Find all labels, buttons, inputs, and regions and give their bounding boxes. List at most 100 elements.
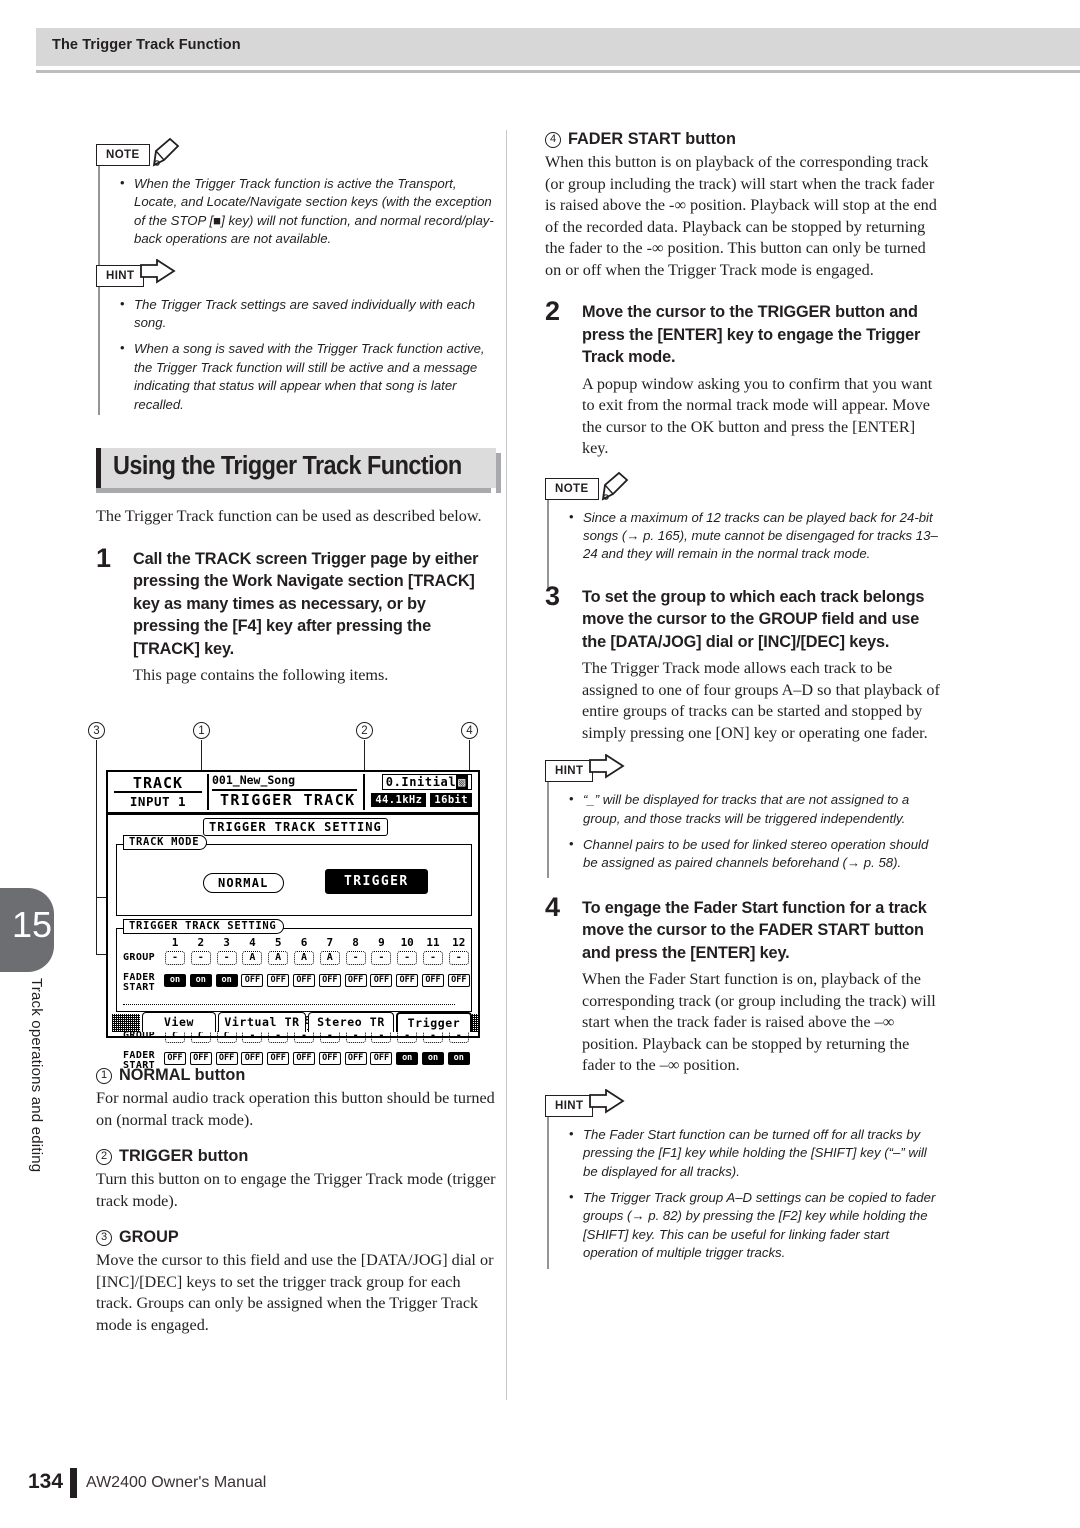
fader-start-cell[interactable]: OFF [344,1052,367,1065]
tab-virtual-tr[interactable]: Virtual TR [218,1012,306,1032]
track-number: 10 [400,936,414,949]
item-number-2: 2 [96,1148,112,1165]
chapter-number: 15 [12,904,53,945]
trigger-button[interactable]: TRIGGER [325,869,428,894]
fader-start-cell[interactable]: OFF [370,974,393,987]
step-2-number: 2 [545,296,561,326]
hint-side-bar [547,1116,549,1269]
tab-view[interactable]: View [142,1012,216,1032]
step-2: 2 Move the cursor to the TRIGGER button … [545,296,945,460]
group-cell[interactable]: - [345,951,366,965]
lcd-tab-bar: View Virtual TR Stereo TR Trigger [108,1012,478,1034]
hint-callout-1: HINT The Trigger Track settings are save… [96,258,496,415]
fader-row-label-top: FADER START [123,972,156,993]
lcd-header-underline [114,791,202,793]
fader-start-cell[interactable]: on [189,974,212,987]
tab-trigger[interactable]: Trigger [396,1012,472,1032]
lcd-format-display: 44.1kHz 16bit [371,793,472,807]
group-cell[interactable]: A [319,951,340,965]
callout-number-2: 2 [356,722,373,739]
step-3-heading: To set the group to which each track bel… [582,587,925,651]
step-3-body: The Trigger Track mode allows each track… [582,659,940,742]
item-title-4: FADER START button [568,130,736,148]
callout-number-1: 1 [193,722,210,739]
hint-item: The Trigger Track group A–D settings can… [569,1188,945,1263]
manual-page: The Trigger Track Function 15 Track oper… [0,0,1080,1528]
fader-start-cell[interactable]: OFF [318,1052,341,1065]
tab-stereo-tr[interactable]: Stereo TR [308,1012,394,1032]
page-number: 134 [28,1470,64,1493]
track-number: 3 [223,936,230,949]
track-number: 6 [300,936,308,949]
pencil-icon [601,471,629,501]
group-cell[interactable]: - [190,951,211,965]
item-body-1: For normal audio track operation this bu… [96,1089,495,1129]
fader-start-cell[interactable]: OFF [293,1052,315,1065]
manual-title: AW2400 Owner's Manual [86,1474,267,1491]
fader-start-cell[interactable]: on [447,1052,470,1065]
track-number: 1 [171,936,179,949]
fader-start-cell[interactable]: OFF [318,974,341,987]
lcd-song-name: 001_New_Song [212,773,296,787]
hint-item-list: “_” will be displayed for tracks that ar… [569,784,945,873]
lcd-header-sep-1 [207,774,209,810]
fader-start-cell[interactable]: OFF [447,974,470,987]
group-cell[interactable]: - [423,951,443,965]
trigger-track-setting-panel: TRIGGER TRACK SETTING GROUP FADER START 1… [116,919,472,1071]
group-cell[interactable]: - [165,951,185,965]
fader-start-cell[interactable]: on [164,974,186,987]
fader-start-cell[interactable]: OFF [267,974,290,987]
left-column-items: 1 NORMAL button For normal audio track o… [96,1066,496,1336]
section-banner-title: Using the Trigger Track Function [113,452,462,481]
fader-start-cell[interactable]: on [215,974,238,987]
fader-start-cell[interactable]: OFF [241,974,264,987]
tab-gap-left [112,1014,140,1032]
lcd-scene-display: 0.Initial ▧ [381,774,472,790]
step-2-heading: Move the cursor to the TRIGGER button an… [582,303,921,366]
step-4-number: 4 [545,891,561,922]
step-4-body: When the Fader Start function is on, pla… [582,970,936,1075]
item-body-3: Move the cursor to this field and use th… [96,1251,494,1334]
fader-start-cell[interactable]: OFF [215,1052,238,1065]
hint-item: The Trigger Track settings are saved ind… [120,295,496,333]
normal-button[interactable]: NORMAL [203,873,284,893]
item-body-4: When this button is on playback of the c… [545,153,937,279]
note-item: When the Trigger Track function is activ… [120,174,496,249]
fader-start-cell[interactable]: OFF [370,1052,393,1065]
group-cell[interactable]: - [397,951,418,965]
lcd-header-rule [108,812,478,815]
fader-start-cell[interactable]: OFF [293,974,315,987]
item-title-1: NORMAL button [119,1066,246,1084]
hint-flag-label: HINT [545,1094,594,1117]
fader-start-cell[interactable]: OFF [164,1052,186,1065]
group-cell[interactable]: - [371,951,392,965]
group-cell[interactable]: A [242,951,263,965]
group-cell[interactable]: - [448,951,469,965]
item-head-normal: 1 NORMAL button [96,1066,496,1085]
group-cell[interactable]: - [216,951,237,965]
running-header-title: The Trigger Track Function [52,37,241,53]
lcd-sample-rate: 44.1kHz [371,793,427,807]
item-head-group: 3 GROUP [96,1228,496,1247]
group-cell[interactable]: A [268,951,289,965]
note-flag-label: NOTE [545,477,599,500]
lcd-screen: TRACK INPUT 1 001_New_Song TRIGGER TRACK… [106,770,480,1071]
fader-start-cell[interactable]: OFF [396,974,419,987]
lcd-title-box: TRIGGER TRACK SETTING [203,818,388,836]
pencil-icon [152,137,180,167]
leader-line-3 [96,740,98,954]
fader-start-cell[interactable]: OFF [267,1052,290,1065]
group-cell[interactable]: A [294,951,314,965]
note-callout-1: NOTE When the Trigger Track function is … [96,137,496,282]
fader-start-cell[interactable]: on [422,1052,444,1065]
fader-start-cell[interactable]: OFF [422,974,444,987]
fader-start-cell[interactable]: OFF [241,1052,264,1065]
item-title-2: TRIGGER button [119,1147,249,1165]
track-number: 4 [249,936,256,949]
arrow-right-icon [589,1088,625,1114]
fader-start-cell[interactable]: on [396,1052,419,1065]
hint-item: When a song is saved with the Trigger Tr… [120,339,496,414]
hint-item: Channel pairs to be used for linked ster… [569,835,945,873]
fader-start-cell[interactable]: OFF [189,1052,212,1065]
fader-start-cell[interactable]: OFF [344,974,367,987]
